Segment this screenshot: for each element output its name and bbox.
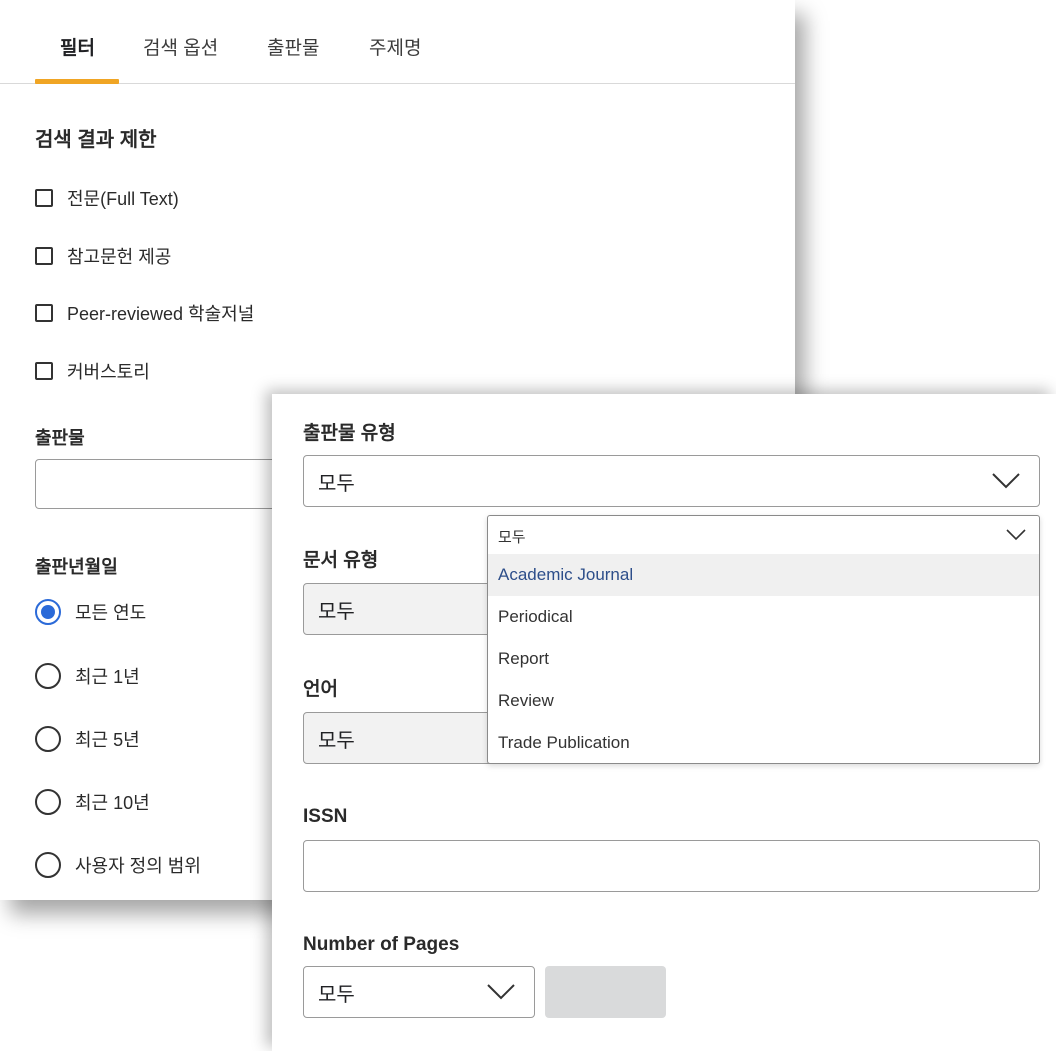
radio-all-years[interactable]: 모든 연도 — [35, 597, 146, 627]
checkbox-full-text[interactable]: 전문(Full Text) — [35, 185, 179, 211]
dropdown-option-trade-publication[interactable]: Trade Publication — [488, 722, 1039, 764]
radio-button[interactable] — [35, 789, 61, 815]
radio-button[interactable] — [35, 852, 61, 878]
tab-publications[interactable]: 출판물 — [267, 33, 319, 60]
radio-last-10-years[interactable]: 최근 10년 — [35, 787, 150, 817]
issn-label: ISSN — [303, 806, 348, 827]
active-tab-indicator — [35, 79, 119, 84]
checkbox-box[interactable] — [35, 362, 53, 380]
checkbox-peer-reviewed[interactable]: Peer-reviewed 학술저널 — [35, 300, 254, 326]
checkbox-label: 전문(Full Text) — [67, 189, 179, 209]
tab-search-options[interactable]: 검색 옵션 — [143, 33, 218, 60]
radio-last-5-years[interactable]: 최근 5년 — [35, 724, 140, 754]
dropdown-option-academic-journal[interactable]: Academic Journal — [488, 554, 1039, 596]
checkbox-label: 참고문헌 제공 — [67, 247, 172, 267]
pages-value-button[interactable] — [545, 966, 666, 1018]
advanced-options-panel: 출판물 유형 모두 문서 유형 모두 언어 모두 ISSN Number of … — [272, 394, 1056, 1051]
tab-filter[interactable]: 필터 — [60, 33, 95, 60]
dropdown-value: 모두 — [498, 529, 526, 546]
radio-label: 모든 연도 — [75, 603, 147, 623]
checkbox-label: Peer-reviewed 학술저널 — [67, 304, 255, 324]
publication-label: 출판물 — [35, 428, 85, 448]
select-value: 모두 — [318, 729, 355, 752]
select-value: 모두 — [318, 600, 355, 623]
pages-select[interactable]: 모두 — [303, 966, 535, 1018]
doc-type-dropdown[interactable]: 모두 Academic Journal Periodical Report Re… — [487, 515, 1040, 764]
radio-button[interactable] — [35, 726, 61, 752]
pages-label: Number of Pages — [303, 934, 460, 955]
checkbox-references[interactable]: 참고문헌 제공 — [35, 243, 171, 269]
radio-label: 사용자 정의 범위 — [75, 856, 201, 876]
radio-label: 최근 5년 — [75, 730, 140, 750]
checkbox-box[interactable] — [35, 189, 53, 207]
pub-type-select[interactable]: 모두 — [303, 455, 1040, 507]
publication-input[interactable] — [35, 459, 285, 509]
issn-input[interactable] — [303, 840, 1040, 892]
select-value: 모두 — [318, 983, 355, 1006]
dropdown-header[interactable]: 모두 — [488, 516, 1039, 554]
chevron-down-icon — [487, 984, 515, 1000]
doc-type-label: 문서 유형 — [303, 550, 379, 571]
dropdown-option-report[interactable]: Report — [488, 638, 1039, 680]
checkbox-cover-story[interactable]: 커버스토리 — [35, 358, 150, 384]
radio-custom-range[interactable]: 사용자 정의 범위 — [35, 850, 201, 880]
dropdown-option-periodical[interactable]: Periodical — [488, 596, 1039, 638]
chevron-down-icon — [992, 473, 1020, 489]
pub-type-label: 출판물 유형 — [303, 423, 396, 444]
tab-bar: 필터 검색 옵션 출판물 주제명 — [0, 0, 795, 84]
radio-label: 최근 1년 — [75, 667, 140, 687]
chevron-down-icon — [1006, 529, 1026, 541]
checkbox-box[interactable] — [35, 304, 53, 322]
language-label: 언어 — [303, 679, 338, 700]
tab-subjects[interactable]: 주제명 — [369, 33, 421, 60]
pub-date-label: 출판년월일 — [35, 557, 118, 577]
radio-last-1-year[interactable]: 최근 1년 — [35, 661, 140, 691]
dropdown-option-review[interactable]: Review — [488, 680, 1039, 722]
radio-button-selected[interactable] — [35, 599, 61, 625]
radio-button[interactable] — [35, 663, 61, 689]
checkbox-label: 커버스토리 — [67, 362, 150, 382]
radio-label: 최근 10년 — [75, 793, 150, 813]
select-value: 모두 — [318, 472, 355, 495]
checkbox-box[interactable] — [35, 247, 53, 265]
limit-results-title: 검색 결과 제한 — [35, 129, 157, 151]
